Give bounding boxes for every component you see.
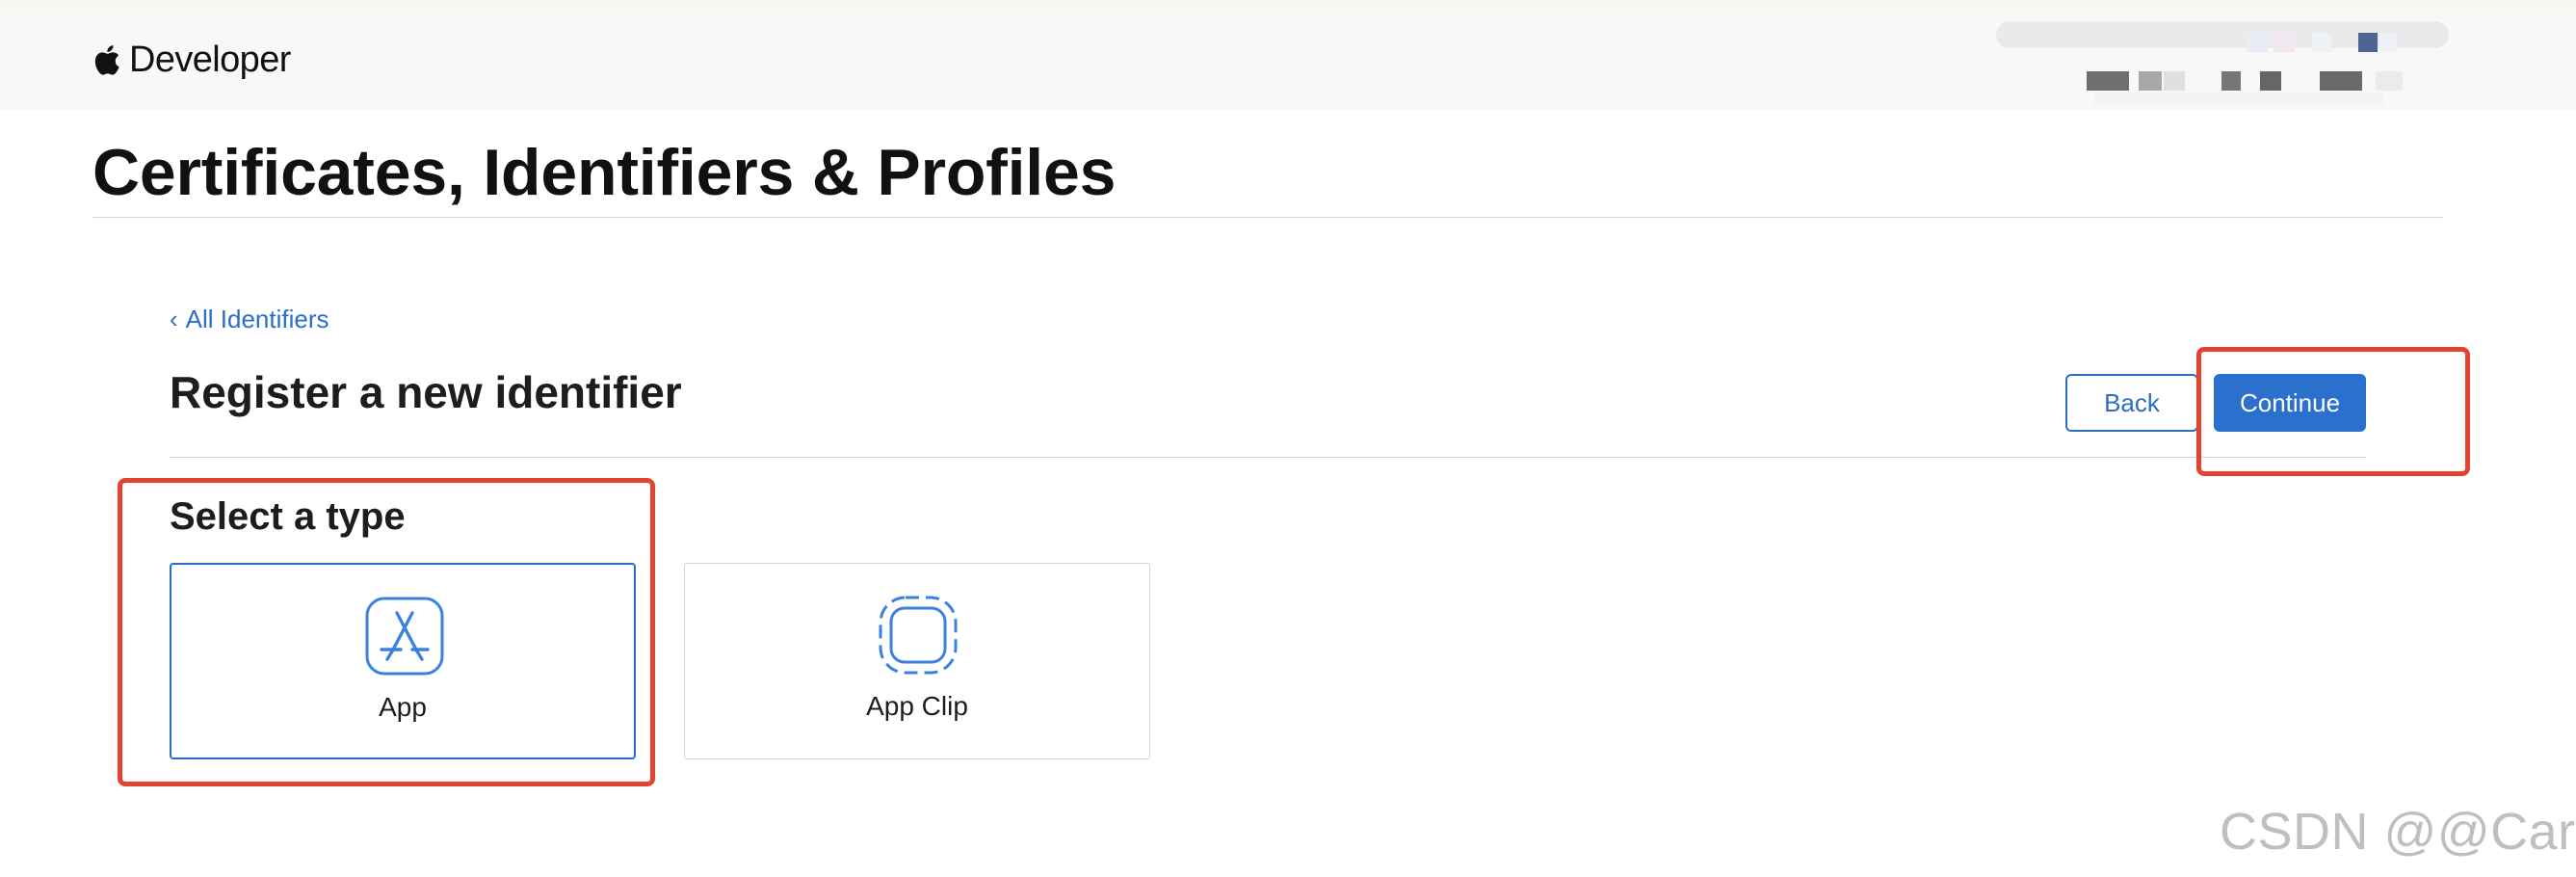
brand-text: Developer	[129, 39, 291, 80]
chevron-left-icon: ‹	[170, 305, 178, 333]
title-divider	[92, 217, 2443, 218]
obscured-account-menu	[1994, 25, 2447, 112]
select-type-heading: Select a type	[170, 495, 406, 538]
type-option-app[interactable]: App	[170, 563, 636, 759]
developer-brand-link[interactable]: Developer	[92, 33, 291, 87]
app-clip-icon	[879, 596, 958, 675]
type-option-label: App Clip	[866, 691, 968, 721]
type-option-label: App	[379, 692, 427, 722]
section-title: Register a new identifier	[170, 367, 682, 417]
all-identifiers-link[interactable]: ‹ All Identifiers	[170, 305, 329, 334]
global-header: Developer	[0, 12, 2576, 110]
section-divider	[170, 457, 2366, 458]
breadcrumb-label: All Identifiers	[185, 305, 329, 333]
watermark: CSDN @@Carey	[2220, 803, 2576, 861]
back-button[interactable]: Back	[2065, 374, 2198, 432]
apple-logo-icon	[94, 45, 119, 75]
continue-button[interactable]: Continue	[2214, 374, 2366, 432]
type-option-app-clip[interactable]: App Clip	[684, 563, 1150, 759]
page-title: Certificates, Identifiers & Profiles	[92, 136, 1117, 209]
app-store-icon	[365, 597, 444, 676]
